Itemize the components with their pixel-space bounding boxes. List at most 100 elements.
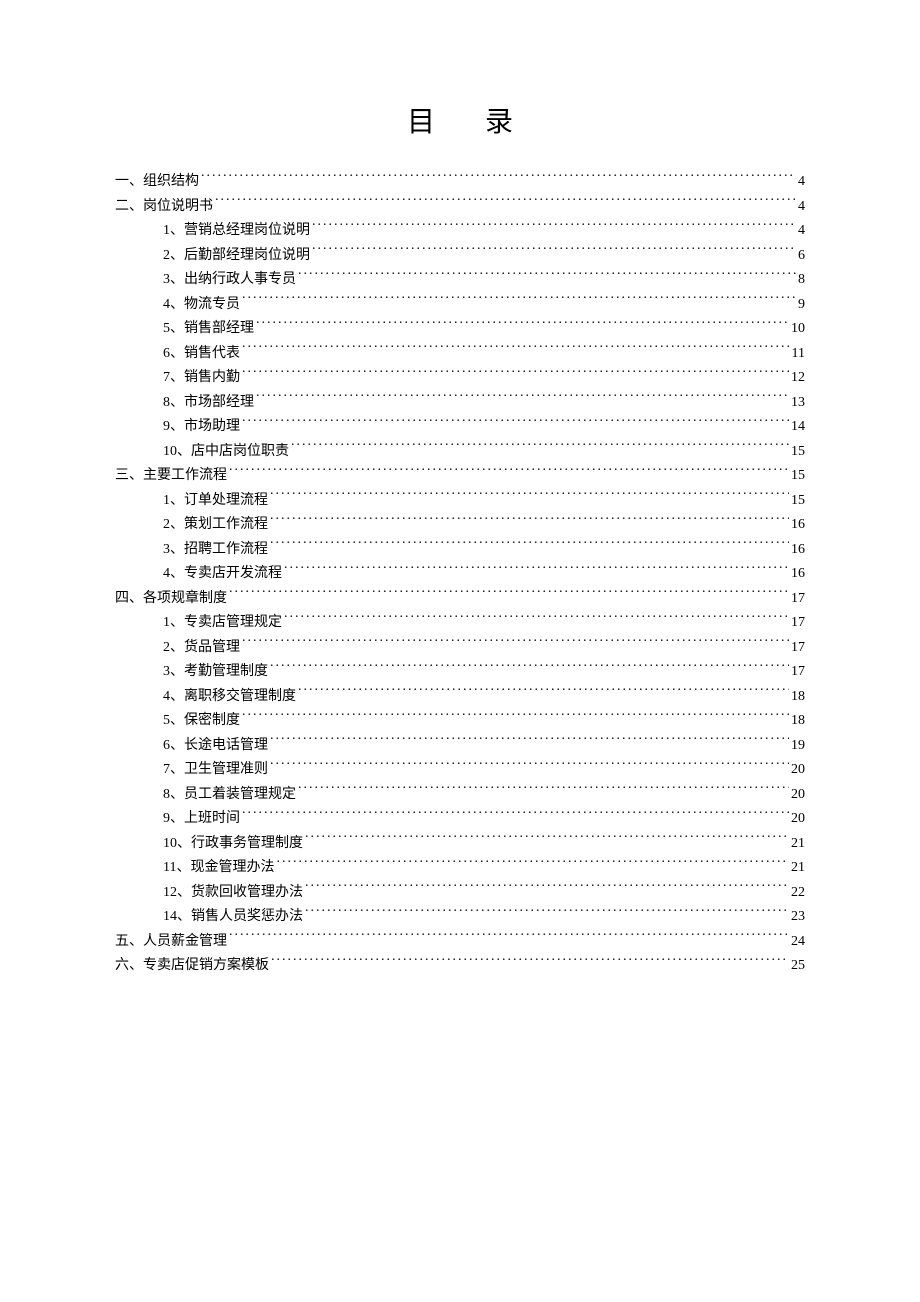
toc-entry-label: 五、人员薪金管理 xyxy=(115,930,227,955)
toc-entry-leader xyxy=(270,759,789,773)
toc-entry: 9、上班时间 20 xyxy=(115,807,805,832)
toc-entry-leader xyxy=(229,931,789,945)
toc-entry-label: 7、销售内勤 xyxy=(163,366,240,391)
toc-entry: 10、店中店岗位职责15 xyxy=(115,440,805,465)
toc-entry-label: 3、考勤管理制度 xyxy=(163,660,268,685)
toc-entry-page: 21 xyxy=(791,832,805,857)
toc-entry-page: 20 xyxy=(791,807,805,832)
toc-entry-leader xyxy=(276,857,789,871)
toc-entry-leader xyxy=(298,269,796,283)
toc-entry-label: 9、上班时间 xyxy=(163,807,240,832)
toc-entry-label: 3、出纳行政人事专员 xyxy=(163,268,296,293)
table-of-contents: 一、组织结构4二、岗位说明书41、营销总经理岗位说明42、后勤部经理岗位说明63… xyxy=(115,170,805,979)
toc-entry-label: 1、订单处理流程 xyxy=(163,489,268,514)
toc-entry: 10、行政事务管理制度21 xyxy=(115,832,805,857)
toc-entry-page: 21 xyxy=(791,856,805,881)
toc-entry-label: 二、岗位说明书 xyxy=(115,195,213,220)
toc-entry-leader xyxy=(242,637,789,651)
toc-entry: 1、订单处理流程 15 xyxy=(115,489,805,514)
toc-entry-leader xyxy=(242,367,789,381)
toc-entry-label: 7、卫生管理准则 xyxy=(163,758,268,783)
toc-entry-leader xyxy=(271,955,789,969)
toc-entry-leader xyxy=(270,539,789,553)
toc-entry-page: 16 xyxy=(791,513,805,538)
toc-entry-label: 11、现金管理办法 xyxy=(163,856,274,881)
toc-entry-label: 2、后勤部经理岗位说明 xyxy=(163,244,310,269)
toc-entry: 2、后勤部经理岗位说明6 xyxy=(115,244,805,269)
toc-entry: 4、离职移交管理制度 18 xyxy=(115,685,805,710)
toc-entry-page: 10 xyxy=(791,317,805,342)
toc-entry-leader xyxy=(201,171,796,185)
toc-entry: 一、组织结构4 xyxy=(115,170,805,195)
toc-entry-label: 6、长途电话管理 xyxy=(163,734,268,759)
toc-entry-label: 8、员工着装管理规定 xyxy=(163,783,296,808)
toc-entry-leader xyxy=(242,416,789,430)
toc-entry: 7、卫生管理准则 20 xyxy=(115,758,805,783)
toc-entry-page: 17 xyxy=(791,611,805,636)
toc-entry-page: 9 xyxy=(798,293,805,318)
toc-entry-leader xyxy=(242,343,790,357)
toc-entry-page: 15 xyxy=(791,489,805,514)
toc-entry-label: 4、专卖店开发流程 xyxy=(163,562,282,587)
toc-entry-leader xyxy=(298,784,789,798)
toc-entry-leader xyxy=(242,710,789,724)
toc-entry-page: 22 xyxy=(791,881,805,906)
toc-entry-label: 4、离职移交管理制度 xyxy=(163,685,296,710)
toc-entry-page: 4 xyxy=(798,170,805,195)
toc-entry-leader xyxy=(270,490,789,504)
toc-entry: 7、销售内勤 12 xyxy=(115,366,805,391)
toc-entry-label: 6、销售代表 xyxy=(163,342,240,367)
toc-entry: 2、货品管理 17 xyxy=(115,636,805,661)
toc-entry-page: 4 xyxy=(798,195,805,220)
toc-entry: 2、策划工作流程16 xyxy=(115,513,805,538)
toc-entry-leader xyxy=(305,882,789,896)
toc-entry: 五、人员薪金管理24 xyxy=(115,930,805,955)
toc-entry: 11、现金管理办法 21 xyxy=(115,856,805,881)
toc-entry: 3、考勤管理制度 17 xyxy=(115,660,805,685)
toc-entry-page: 19 xyxy=(791,734,805,759)
toc-entry: 3、出纳行政人事专员8 xyxy=(115,268,805,293)
toc-entry-page: 11 xyxy=(792,342,805,367)
toc-entry-page: 17 xyxy=(791,636,805,661)
toc-entry-label: 4、物流专员 xyxy=(163,293,240,318)
toc-entry-page: 13 xyxy=(791,391,805,416)
toc-entry-page: 12 xyxy=(791,366,805,391)
toc-entry-leader xyxy=(270,735,789,749)
toc-entry-leader xyxy=(305,833,789,847)
toc-entry-page: 16 xyxy=(791,562,805,587)
toc-entry-page: 20 xyxy=(791,758,805,783)
toc-entry-leader xyxy=(270,514,789,528)
toc-entry-leader xyxy=(215,196,796,210)
toc-entry-leader xyxy=(284,563,789,577)
toc-entry-label: 12、货款回收管理办法 xyxy=(163,881,303,906)
toc-entry-label: 10、店中店岗位职责 xyxy=(163,440,289,465)
toc-entry-page: 17 xyxy=(791,660,805,685)
toc-entry: 6、长途电话管理 19 xyxy=(115,734,805,759)
toc-entry-label: 六、专卖店促销方案模板 xyxy=(115,954,269,979)
page-title: 目录 xyxy=(115,100,805,140)
toc-entry-page: 4 xyxy=(798,219,805,244)
toc-entry-page: 18 xyxy=(791,685,805,710)
toc-entry: 5、销售部经理10 xyxy=(115,317,805,342)
toc-entry-leader xyxy=(312,220,796,234)
toc-entry: 14、销售人员奖惩办法23 xyxy=(115,905,805,930)
toc-entry: 三、主要工作流程15 xyxy=(115,464,805,489)
toc-entry-leader xyxy=(242,294,796,308)
toc-entry-leader xyxy=(256,392,789,406)
toc-entry-leader xyxy=(229,465,789,479)
toc-entry: 二、岗位说明书 4 xyxy=(115,195,805,220)
toc-entry: 3、招聘工作流程16 xyxy=(115,538,805,563)
toc-entry-label: 四、各项规章制度 xyxy=(115,587,227,612)
toc-entry-page: 20 xyxy=(791,783,805,808)
toc-entry-leader xyxy=(256,318,789,332)
toc-entry-leader xyxy=(229,588,789,602)
toc-entry-label: 14、销售人员奖惩办法 xyxy=(163,905,303,930)
toc-entry-label: 2、货品管理 xyxy=(163,636,240,661)
toc-entry-page: 18 xyxy=(791,709,805,734)
toc-entry: 4、专卖店开发流程 16 xyxy=(115,562,805,587)
toc-entry-label: 1、营销总经理岗位说明 xyxy=(163,219,310,244)
toc-entry-leader xyxy=(298,686,789,700)
toc-entry-label: 三、主要工作流程 xyxy=(115,464,227,489)
toc-entry: 四、各项规章制度17 xyxy=(115,587,805,612)
toc-entry-leader xyxy=(305,906,789,920)
